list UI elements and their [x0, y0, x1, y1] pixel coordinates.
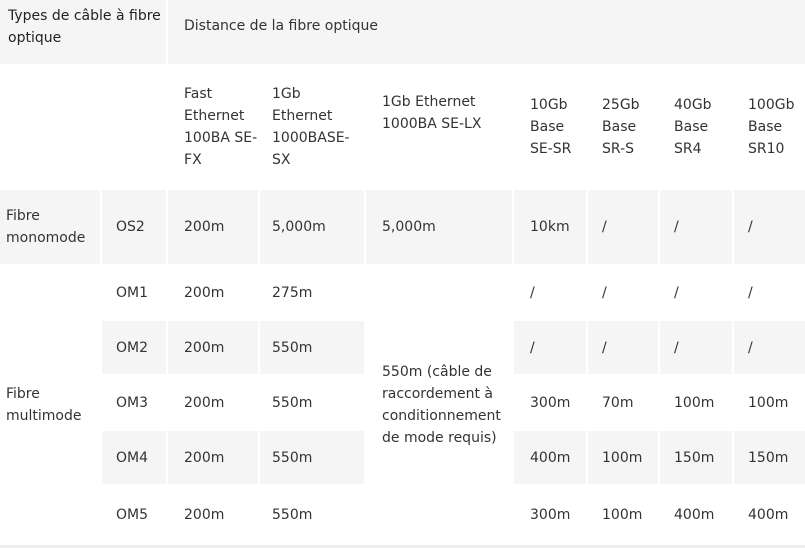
- g100-cell: /: [734, 190, 805, 264]
- fast-cell: 200m: [168, 431, 259, 484]
- grade-cell: OM4: [102, 431, 167, 484]
- g100-cell: /: [734, 266, 805, 319]
- lx-merged-cell: 550m (câble de raccordement à conditionn…: [366, 266, 513, 543]
- group-monomode: Fibre monomode: [0, 190, 100, 264]
- grade-cell: OM1: [102, 266, 167, 319]
- col-header-1gb-sx: 1Gb Ethernet 1000BASE-SX: [260, 66, 365, 188]
- g40-cell: /: [660, 190, 733, 264]
- col-header-25gb: 25Gb Base SR-S: [588, 66, 659, 188]
- col-header-40gb: 40Gb Base SR4: [660, 66, 733, 188]
- grade-cell: OM3: [102, 376, 167, 429]
- g100-cell: 400m: [734, 486, 805, 543]
- grade-cell: OM5: [102, 486, 167, 543]
- grade-cell: OM2: [102, 321, 167, 374]
- g40-cell: 150m: [660, 431, 733, 484]
- g10-cell: 300m: [514, 486, 587, 543]
- col-header-100gb: 100Gb Base SR10: [734, 66, 805, 188]
- col-header-1gb-lx: 1Gb Ethernet 1000BA SE-LX: [366, 66, 513, 188]
- g40-cell: 100m: [660, 376, 733, 429]
- g25-cell: 70m: [588, 376, 659, 429]
- sx-cell: 550m: [260, 431, 365, 484]
- g25-cell: /: [588, 266, 659, 319]
- g100-cell: 150m: [734, 431, 805, 484]
- sx-cell: 275m: [260, 266, 365, 319]
- g10-cell: 400m: [514, 431, 587, 484]
- fast-cell: 200m: [168, 486, 259, 543]
- g10-cell: 300m: [514, 376, 587, 429]
- g25-cell: /: [588, 190, 659, 264]
- g40-cell: 400m: [660, 486, 733, 543]
- lx-cell: 5,000m: [366, 190, 513, 264]
- fast-cell: 200m: [168, 376, 259, 429]
- g25-cell: 100m: [588, 486, 659, 543]
- fast-cell: 200m: [168, 266, 259, 319]
- fast-cell: 200m: [168, 190, 259, 264]
- sx-cell: 5,000m: [260, 190, 365, 264]
- g40-cell: /: [660, 266, 733, 319]
- col-header-10gb: 10Gb Base SE-SR: [514, 66, 587, 188]
- g40-cell: /: [660, 321, 733, 374]
- distance-header: Distance de la fibre optique: [168, 0, 805, 64]
- g10-cell: /: [514, 266, 587, 319]
- g10-cell: 10km: [514, 190, 587, 264]
- g25-cell: /: [588, 321, 659, 374]
- g100-cell: 100m: [734, 376, 805, 429]
- sx-cell: 550m: [260, 321, 365, 374]
- sx-cell: 550m: [260, 376, 365, 429]
- g25-cell: 100m: [588, 431, 659, 484]
- group-multimode: Fibre multimode: [0, 266, 100, 543]
- grade-cell: OS2: [102, 190, 167, 264]
- fiber-distance-table: Types de câble à fibre optique Distance …: [0, 0, 805, 545]
- g10-cell: /: [514, 321, 587, 374]
- fast-cell: 200m: [168, 321, 259, 374]
- col-header-fast-ethernet: Fast Ethernet 100BA SE-FX: [168, 66, 259, 188]
- cable-type-header: Types de câble à fibre optique: [0, 0, 167, 64]
- g100-cell: /: [734, 321, 805, 374]
- header-blank-cell: [0, 66, 167, 188]
- sx-cell: 550m: [260, 486, 365, 543]
